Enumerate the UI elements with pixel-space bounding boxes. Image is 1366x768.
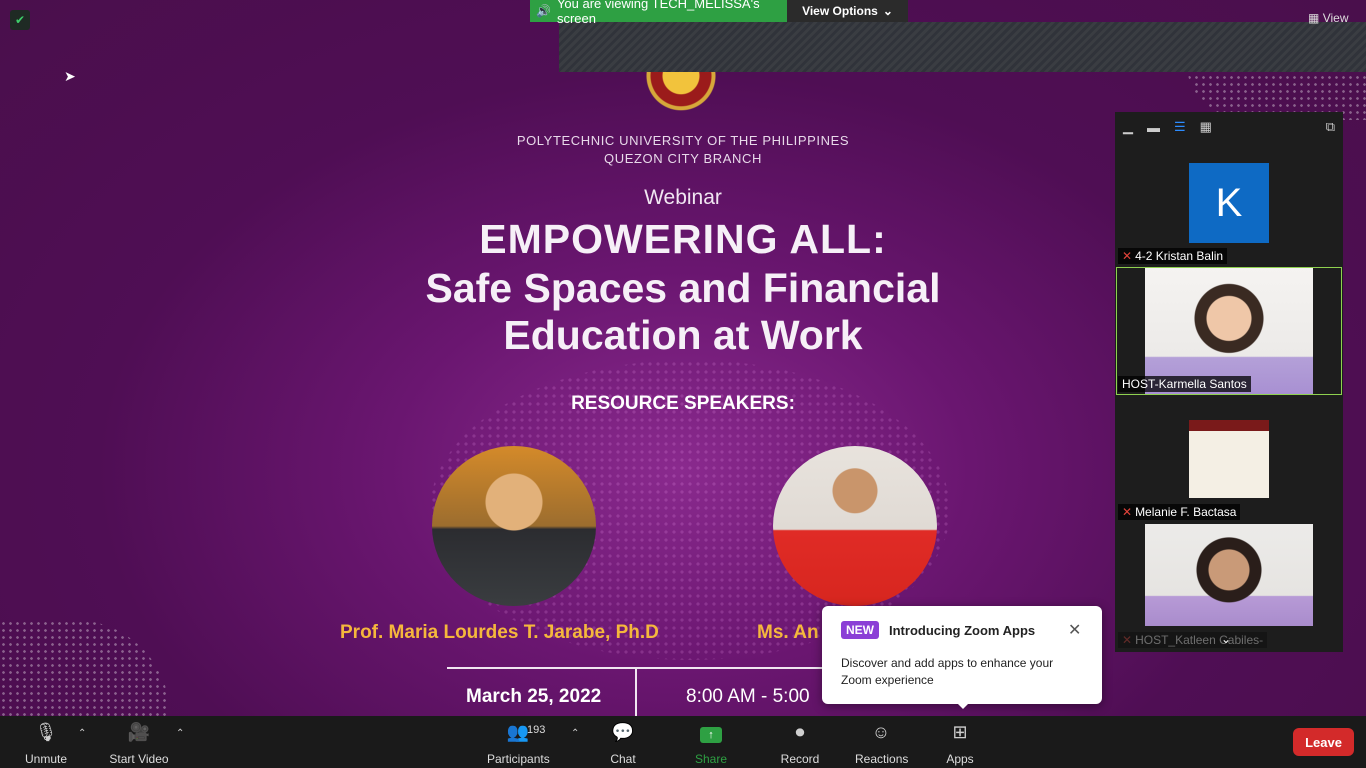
security-shield-icon[interactable]: ✔ [10,10,30,30]
participant-name-tag: ✕ 4-2 Kristan Balin [1118,248,1228,264]
chat-button[interactable]: 💬 Chat [608,722,638,766]
gallery-view-icon[interactable]: ▦ [1200,119,1212,135]
decorative-dots [0,620,170,716]
viewing-text: You are viewing TECH_MELISSA's screen [556,0,760,26]
apps-icon: ⊞ [952,722,968,742]
participant-name-tag: ✕ Melanie F. Bactasa [1118,504,1241,520]
chat-label: Chat [610,752,636,766]
reactions-label: Reactions [855,752,909,766]
video-off-icon: 🎥 [127,722,151,742]
speaker-name: Prof. Maria Lourdes T. Jarabe, Ph.D [340,622,659,643]
start-video-label: Start Video [109,752,169,766]
apps-label: Apps [946,752,974,766]
participants-label: Participants [487,752,550,766]
participant-video [1189,420,1269,498]
close-icon[interactable]: ✕ [1068,620,1081,640]
record-button[interactable]: ⏺ Record [780,722,820,766]
reactions-button[interactable]: ☺ Reactions [855,722,909,766]
participant-name-tag: HOST-Karmella Santos [1118,376,1251,392]
speaker-name: Ms. An [757,622,819,643]
meeting-toolbar: 🎙 Unmute ⌃ 🎥 Start Video ⌃ 👥 193 Partici… [0,716,1366,768]
popout-icon[interactable]: ⧉ [1326,119,1335,135]
participant-video-active[interactable]: HOST-Karmella Santos [1116,267,1342,395]
share-screen-icon: ↑ [676,722,746,746]
leave-button[interactable]: Leave [1293,728,1354,756]
participant-name-tag: ✕ HOST_Katleen Cabiles- [1118,632,1268,648]
panel-view-controls: ▁ ▬ ☰ ▦ ⧉ [1115,112,1343,142]
screen-share-overlay [559,22,1366,72]
chevron-up-icon: ⌃ [571,728,580,739]
mouse-cursor-icon: ➤ [64,68,76,84]
participant-video [1145,524,1313,626]
divider [635,669,637,716]
record-icon: ⏺ [795,722,805,742]
record-label: Record [780,752,820,766]
speaker-photo [432,446,596,606]
view-button-label: View [1322,11,1349,25]
view-options-label: View Options [802,4,878,18]
apps-button[interactable]: ⊞ Apps [945,722,975,766]
participant-name: HOST_Katleen Cabiles- [1135,633,1264,647]
minimize-icon[interactable]: ▁ [1123,119,1133,135]
participant-name: 4-2 Kristan Balin [1135,249,1224,263]
event-date: March 25, 2022 [466,686,602,707]
avatar: K [1189,163,1269,243]
muted-mic-icon: ✕ [1122,505,1133,519]
event-time: 8:00 AM - 5:00 [686,686,810,707]
view-button[interactable]: ▦ View [1308,11,1348,25]
participant-name: HOST-Karmella Santos [1122,377,1247,391]
speaker-photo [773,446,937,606]
popup-body: Discover and add apps to enhance your Zo… [841,656,1054,687]
popup-tail [956,702,970,709]
muted-mic-icon: ✕ [1122,633,1133,647]
participants-button[interactable]: 👥 193 Participants [487,722,550,766]
participant-name: Melanie F. Bactasa [1135,505,1237,519]
unmute-button[interactable]: 🎙 Unmute [24,722,68,766]
chevron-down-icon: ⌄ [882,4,893,18]
chat-icon: 💬 [611,722,635,742]
hide-video-icon[interactable]: ▬ [1147,120,1160,135]
smiley-icon: ☺ [871,722,891,742]
chevron-up-icon: ⌃ [78,728,87,739]
unmute-label: Unmute [24,752,68,766]
chevron-up-icon: ⌃ [176,728,185,739]
share-screen-button[interactable]: ↑ Share Screen [676,722,746,768]
divider [447,667,827,669]
view-options-button[interactable]: View Options ⌄ [787,0,908,22]
viewing-banner: 🔊 You are viewing TECH_MELISSA's screen [530,0,787,26]
start-video-button[interactable]: 🎥 Start Video [108,722,170,766]
speaker-icon: 🔊 [536,4,551,18]
participants-count: 193 [527,724,546,736]
chevron-down-icon[interactable]: ⌄ [1221,632,1231,646]
muted-mic-icon: ✕ [1122,249,1133,263]
zoom-apps-popup: NEW Introducing Zoom Apps ✕ Discover and… [822,606,1102,709]
speaker-view-icon[interactable]: ☰ [1174,119,1186,135]
participants-panel: ▁ ▬ ☰ ▦ ⧉ K ✕ 4-2 Kristan Balin HOST-Karm… [1115,112,1343,652]
muted-mic-icon: 🎙 [34,722,58,742]
popup-title: Introducing Zoom Apps [889,623,1036,638]
new-badge: NEW [841,621,879,639]
grid-icon: ▦ [1308,11,1320,25]
share-screen-label: Share Screen [692,752,730,768]
